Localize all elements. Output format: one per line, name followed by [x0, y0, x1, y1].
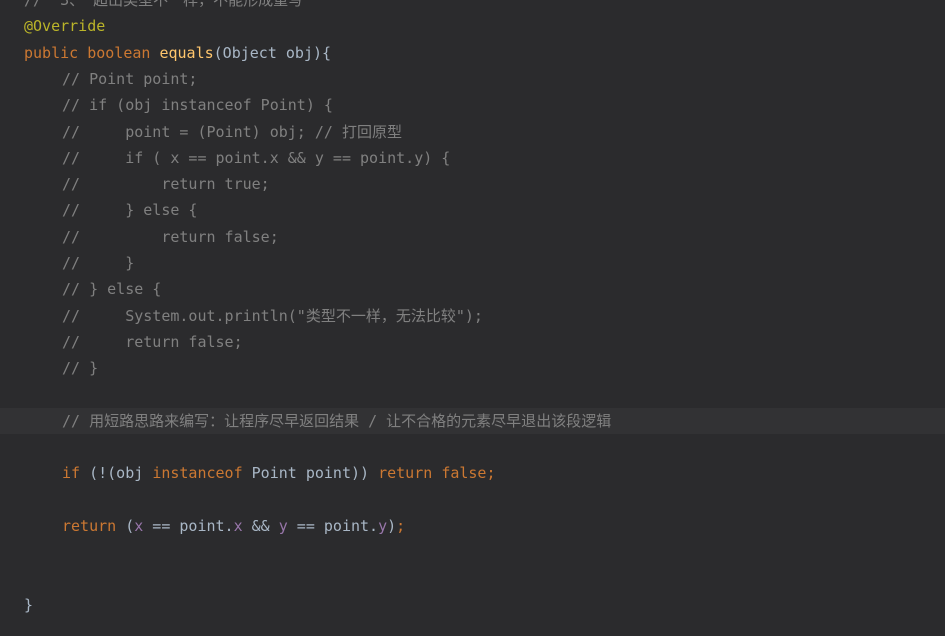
code-line[interactable]: // return true;	[0, 171, 945, 197]
code-line[interactable]: return (x == point.x && y == point.y);	[0, 513, 945, 539]
code-line[interactable]: @Override	[0, 13, 945, 39]
code-token: }	[24, 595, 34, 614]
code-token: // return false;	[62, 227, 279, 246]
code-line[interactable]: // return false;	[0, 329, 945, 355]
code-token: @Override	[24, 17, 106, 36]
code-line[interactable]: // } else {	[0, 276, 945, 302]
code-line[interactable]: // 3、 超出类型不一样，不能形成重写	[0, 0, 945, 13]
code-line[interactable]: }	[0, 592, 945, 618]
code-token: // Point point;	[62, 69, 198, 88]
code-token: // return true;	[62, 175, 270, 194]
code-token: // 3、 超出类型不一样，不能形成重写	[24, 0, 304, 9]
code-token: x	[233, 517, 243, 535]
code-line[interactable]	[0, 566, 945, 592]
code-token: return	[62, 517, 126, 535]
code-token: instanceof	[152, 464, 252, 483]
code-token: false	[441, 464, 487, 483]
code-token: boolean	[87, 43, 160, 62]
code-line[interactable]: // if ( x == point.x && y == point.y) {	[0, 145, 945, 171]
code-token: ;	[486, 464, 496, 483]
code-line-current[interactable]: // 用短路思路来编写：让程序尽早返回结果 / 让不合格的元素尽早退出该段逻辑	[0, 407, 945, 434]
code-token: return	[378, 464, 442, 483]
code-line[interactable]: if (!(obj instanceof Point point)) retur…	[0, 460, 945, 486]
code-line[interactable]: // Point point;	[0, 66, 945, 92]
code-line[interactable]	[0, 487, 945, 513]
code-token: Point point))	[251, 464, 379, 483]
code-token: // System.out.println("类型不一样，无法比较");	[62, 306, 483, 325]
code-token: // 用短路思路来编写：让程序尽早返回结果 / 让不合格的元素尽早退出该段逻辑	[62, 411, 612, 430]
code-line[interactable]: public boolean equals(Object obj){	[0, 40, 945, 66]
code-token: // }	[62, 254, 135, 272]
code-token: // if (obj instanceof Point) {	[62, 96, 333, 115]
code-line[interactable]: // } else {	[0, 197, 945, 223]
code-token: // point = (Point) obj; // 打回原型	[62, 122, 402, 141]
code-line[interactable]	[0, 434, 945, 460]
code-line[interactable]: // }	[0, 355, 945, 381]
code-line[interactable]: // if (obj instanceof Point) {	[0, 92, 945, 118]
code-line[interactable]	[0, 539, 945, 565]
code-token: )	[387, 517, 397, 535]
code-token: == point.	[287, 517, 379, 535]
code-token: // if ( x == point.x && y == point.y) {	[62, 148, 451, 167]
code-token: == point.	[143, 517, 234, 535]
code-token: y	[278, 517, 288, 535]
code-token: &&	[242, 517, 279, 535]
code-line[interactable]	[0, 382, 945, 408]
code-token: y	[378, 517, 388, 535]
code-token: // } else {	[62, 201, 198, 220]
code-line[interactable]: // point = (Point) obj; // 打回原型	[0, 119, 945, 145]
code-token: ;	[396, 517, 406, 535]
code-token: // return false;	[62, 332, 243, 351]
code-token: // } else {	[62, 280, 162, 299]
code-token: equals	[159, 43, 214, 62]
code-line[interactable]: // }	[0, 250, 945, 276]
code-token: x	[134, 517, 144, 535]
code-token: (!(obj	[89, 464, 153, 483]
code-token: if	[62, 464, 90, 483]
code-token: // }	[62, 359, 99, 378]
code-editor[interactable]: // 3、 超出类型不一样，不能形成重写 @Override public bool…	[0, 0, 945, 636]
code-line[interactable]: // System.out.println("类型不一样，无法比较");	[0, 303, 945, 329]
code-token: (Object obj){	[213, 43, 332, 62]
code-line[interactable]: // return false;	[0, 224, 945, 250]
code-token: (	[125, 517, 135, 535]
code-token: public	[24, 43, 88, 62]
